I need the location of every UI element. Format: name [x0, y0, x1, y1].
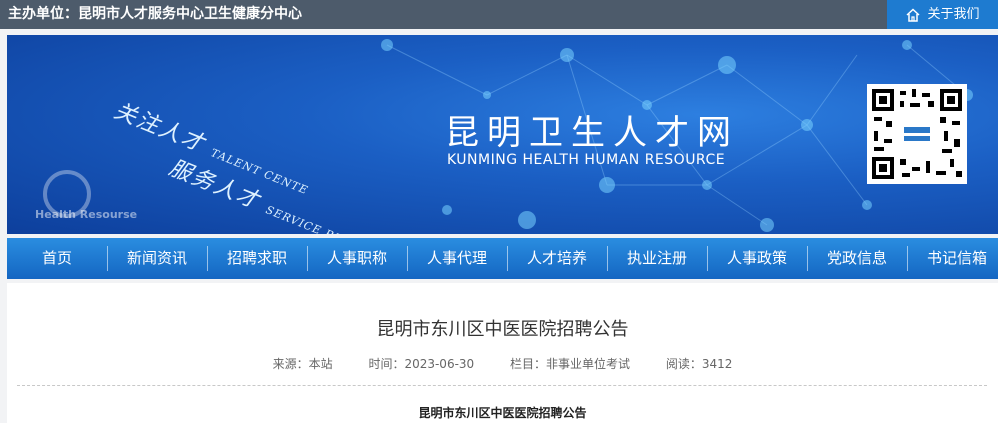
article-panel: 昆明市东川区中医医院招聘公告 来源：本站 时间：2023-06-30 栏目：非事…: [7, 283, 998, 423]
nav-item-personnel-agency[interactable]: 人事代理: [407, 238, 507, 279]
article-body-title: 昆明市东川区中医医院招聘公告: [418, 406, 587, 420]
nav-item-personnel-policy[interactable]: 人事政策: [707, 238, 807, 279]
nav-item-news[interactable]: 新闻资讯: [107, 238, 207, 279]
logo-text: Health Resourse: [35, 208, 138, 221]
about-us-button[interactable]: 关于我们: [887, 0, 998, 29]
about-us-label: 关于我们: [927, 7, 980, 22]
host-organization: 主办单位：昆明市人才服务中心卫生健康分中心: [8, 6, 302, 22]
health-resource-logo: Health Resourse: [33, 170, 163, 230]
divider: [17, 385, 987, 386]
article-title: 昆明市东川区中医医院招聘公告: [376, 319, 629, 340]
qr-code-icon: [872, 89, 962, 179]
nav-item-talent-training[interactable]: 人才培养: [507, 238, 607, 279]
article-column: 栏目：非事业单位考试: [510, 357, 631, 371]
main-navigation: 首页 新闻资讯 招聘求职 人事职称 人事代理 人才培养 执业注册 人事政策 党政…: [7, 238, 998, 279]
article-time: 时间：2023-06-30: [368, 357, 475, 371]
nav-item-professional-titles[interactable]: 人事职称: [307, 238, 407, 279]
home-icon: [906, 7, 920, 22]
nav-item-practice-registration[interactable]: 执业注册: [607, 238, 707, 279]
article-views: 阅读：3412: [665, 357, 733, 371]
nav-item-recruitment[interactable]: 招聘求职: [207, 238, 307, 279]
site-title: 昆明卫生人才网: [445, 113, 739, 153]
nav-item-party-info[interactable]: 党政信息: [807, 238, 907, 279]
article-meta: 来源：本站 时间：2023-06-30 栏目：非事业单位考试 阅读：3412: [7, 355, 998, 372]
nav-item-home[interactable]: 首页: [7, 238, 107, 279]
qr-code: [867, 84, 967, 184]
top-bar: 主办单位：昆明市人才服务中心卫生健康分中心 关于我们: [0, 0, 998, 29]
nav-item-secretary-mailbox[interactable]: 书记信箱: [907, 238, 998, 279]
site-subtitle: KUNMING HEALTH HUMAN RESOURCE: [447, 152, 726, 168]
article-source: 来源：本站: [272, 357, 333, 371]
header-banner: 关注人才 TALENT CENTE 服务人才 SERVICE RESOURCES…: [7, 35, 998, 234]
